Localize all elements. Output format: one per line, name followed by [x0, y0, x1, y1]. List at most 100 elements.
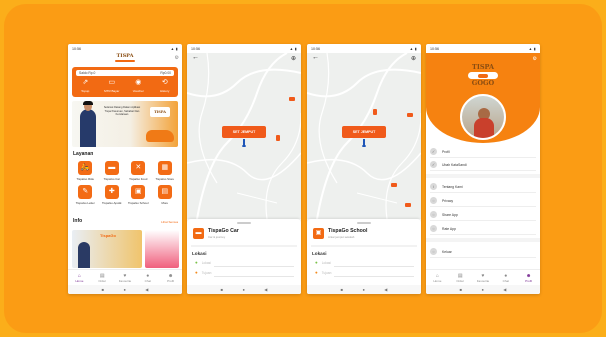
sheet-handle[interactable]: [237, 222, 251, 224]
service-tispago-car[interactable]: ▬ TispaGo Car: [99, 161, 126, 181]
location-pin-icon: [242, 139, 246, 147]
android-navbar: ■ ● ◀: [68, 285, 182, 294]
destination-placeholder: Tujuan: [201, 270, 212, 275]
service-tispago-school[interactable]: ▣ TispaGo School: [125, 185, 152, 205]
tab-label: Home: [75, 278, 84, 283]
tab-profil[interactable]: ☻ Profil: [161, 273, 181, 283]
info-person-image: [78, 242, 90, 268]
status-time: 10:56: [191, 46, 200, 51]
promo-banner[interactable]: Selamat Datang Dalam Aplikasi Tispa Pasu…: [72, 101, 178, 147]
destination-field[interactable]: ● Tujuan: [315, 270, 331, 275]
gps-target-icon[interactable]: ⊕: [291, 55, 296, 62]
nav-recents-icon[interactable]: ■: [460, 287, 462, 292]
nav-home-icon[interactable]: ●: [123, 287, 125, 292]
nav-back-icon[interactable]: ◀: [145, 287, 148, 292]
nav-recents-icon[interactable]: ■: [102, 287, 104, 292]
service-more[interactable]: ▤ More: [152, 185, 179, 205]
tab-profil[interactable]: ☻ Profil: [519, 273, 539, 283]
wallet-action-voucher[interactable]: ◉ Voucher: [126, 78, 150, 93]
school-icon: ▣: [131, 185, 146, 199]
tab-order[interactable]: ▤ Order: [92, 273, 112, 283]
set-pickup-button[interactable]: SET JEMPUT: [222, 126, 266, 138]
origin-field[interactable]: ● Lokasi: [195, 260, 211, 265]
gear-icon[interactable]: ⚙: [533, 56, 537, 62]
tab-favourite[interactable]: ♥ Favourite: [115, 273, 135, 283]
nav-home-icon[interactable]: ●: [481, 287, 483, 292]
letter-icon: ✎: [78, 185, 93, 199]
nav-back-icon[interactable]: ◀: [264, 287, 267, 292]
wallet-actions: ⇗ Topup ▭ MTR Bayar ◉ Voucher ⟲ History: [72, 78, 178, 93]
banner-text: Selamat Datang Dalam Aplikasi Tispa Pasu…: [103, 106, 141, 117]
tab-order[interactable]: ▤ Order: [450, 273, 470, 283]
status-bar: 10:56 ▲ ▮: [426, 44, 540, 53]
nav-recents-icon[interactable]: ■: [221, 287, 223, 292]
service-tispago-letter[interactable]: ✎ TispaGo Letter: [72, 185, 99, 205]
tab-label: Profil: [525, 278, 532, 283]
service-tispago-store[interactable]: ▦ TispaGo Store: [152, 161, 179, 181]
info-card[interactable]: TispaGo: [72, 230, 142, 268]
wallet-action-topup[interactable]: ⇗ Topup: [73, 78, 97, 93]
external-link-icon: ⇗: [82, 79, 89, 86]
tab-favourite[interactable]: ♥ Favourite: [473, 273, 493, 283]
nav-home-icon[interactable]: ●: [242, 287, 244, 292]
nav-recents-icon[interactable]: ■: [341, 287, 343, 292]
service-label: TispaGo Food: [129, 177, 148, 181]
bottom-tabbar: ⌂ Home ▤ Order ♥ Favourite ● Chat ☻ Profil: [426, 269, 540, 285]
logo-text-top: TISPA: [471, 63, 495, 71]
logout-icon: ◌: [430, 248, 437, 255]
destination-pin-icon: ●: [195, 270, 198, 275]
menu-label: Rate App: [442, 226, 456, 231]
wallet-action-history[interactable]: ⟲ History: [153, 78, 177, 93]
menu-item-ubah-katasandi[interactable]: ✓ Ubah KataSandi: [430, 159, 536, 171]
tab-label: Favourite: [476, 278, 490, 283]
menu-item-tentang-kami[interactable]: i Tentang Kami: [430, 181, 536, 193]
service-tispago-apotik[interactable]: ✚ TispaGo Apotik: [99, 185, 126, 205]
service-tispago-food[interactable]: ✕ TispaGo Food: [125, 161, 152, 181]
menu-item-share-app[interactable]: ◌ Share App: [430, 209, 536, 221]
info-carousel: TispaGo: [72, 230, 182, 268]
wallet-balance-label: Saldo Rp.0: [79, 71, 96, 75]
nav-home-icon[interactable]: ●: [362, 287, 364, 292]
more-icon: ▤: [157, 185, 172, 199]
menu-item-profil[interactable]: ✓ Profil: [430, 146, 536, 158]
tab-label: Order: [98, 278, 107, 283]
origin-field[interactable]: ● Lokasi: [315, 260, 331, 265]
wallet-action-mtr-bayar[interactable]: ▭ MTR Bayar: [100, 78, 124, 93]
tab-home[interactable]: ⌂ Home: [427, 273, 447, 283]
destination-field[interactable]: ● Tujuan: [195, 270, 211, 275]
service-subtitle: Antar jemput sekolah: [328, 235, 355, 239]
phone-profile-screen: 10:56 ▲ ▮ ⚙ TISPA GOGO ✓ Profil ✓ Ubah Kat…: [426, 44, 540, 294]
menu-item-rate-app[interactable]: ◌ Rate App: [430, 223, 536, 235]
sheet-handle[interactable]: [357, 222, 371, 224]
service-subtitle: Car & journey: [208, 235, 226, 239]
gps-target-icon[interactable]: ⊕: [411, 55, 416, 62]
status-time: 10:56: [430, 46, 439, 51]
android-navbar: ■ ● ◀: [187, 285, 301, 294]
android-navbar: ■ ● ◀: [426, 285, 540, 294]
motorbike-icon: 🛵: [78, 161, 93, 175]
menu-item-privacy[interactable]: ◌ Privacy: [430, 195, 536, 207]
see-all-link[interactable]: Lihat Semua: [161, 220, 178, 224]
service-label: More: [161, 201, 169, 205]
set-pickup-button[interactable]: SET JEMPUT: [342, 126, 386, 138]
service-label: TispaGo Ride: [76, 177, 95, 181]
info-card[interactable]: [145, 230, 179, 268]
apotik-icon: ✚: [104, 185, 119, 199]
tab-chat[interactable]: ● Chat: [138, 273, 158, 283]
bottom-sheet: ▣ TispaGo School Antar jemput sekolah Lo…: [307, 219, 421, 285]
wallet-action-label: Voucher: [132, 89, 144, 93]
avatar[interactable]: [460, 94, 506, 140]
tab-home[interactable]: ⌂ Home: [69, 273, 89, 283]
menu-item-keluar[interactable]: ◌ Keluar: [430, 246, 536, 258]
nav-back-icon[interactable]: ◀: [384, 287, 387, 292]
back-arrow-icon[interactable]: ←: [312, 54, 319, 61]
origin-placeholder: Lokasi: [201, 260, 211, 265]
service-label: TispaGo Store: [155, 177, 175, 181]
gear-icon[interactable]: ⚙: [175, 55, 179, 61]
tab-chat[interactable]: ● Chat: [496, 273, 516, 283]
wallet-action-label: MTR Bayar: [104, 89, 120, 93]
back-arrow-icon[interactable]: ←: [192, 54, 199, 61]
info-icon: i: [430, 183, 437, 190]
nav-back-icon[interactable]: ◀: [503, 287, 506, 292]
service-tispago-ride[interactable]: 🛵 TispaGo Ride: [72, 161, 99, 181]
